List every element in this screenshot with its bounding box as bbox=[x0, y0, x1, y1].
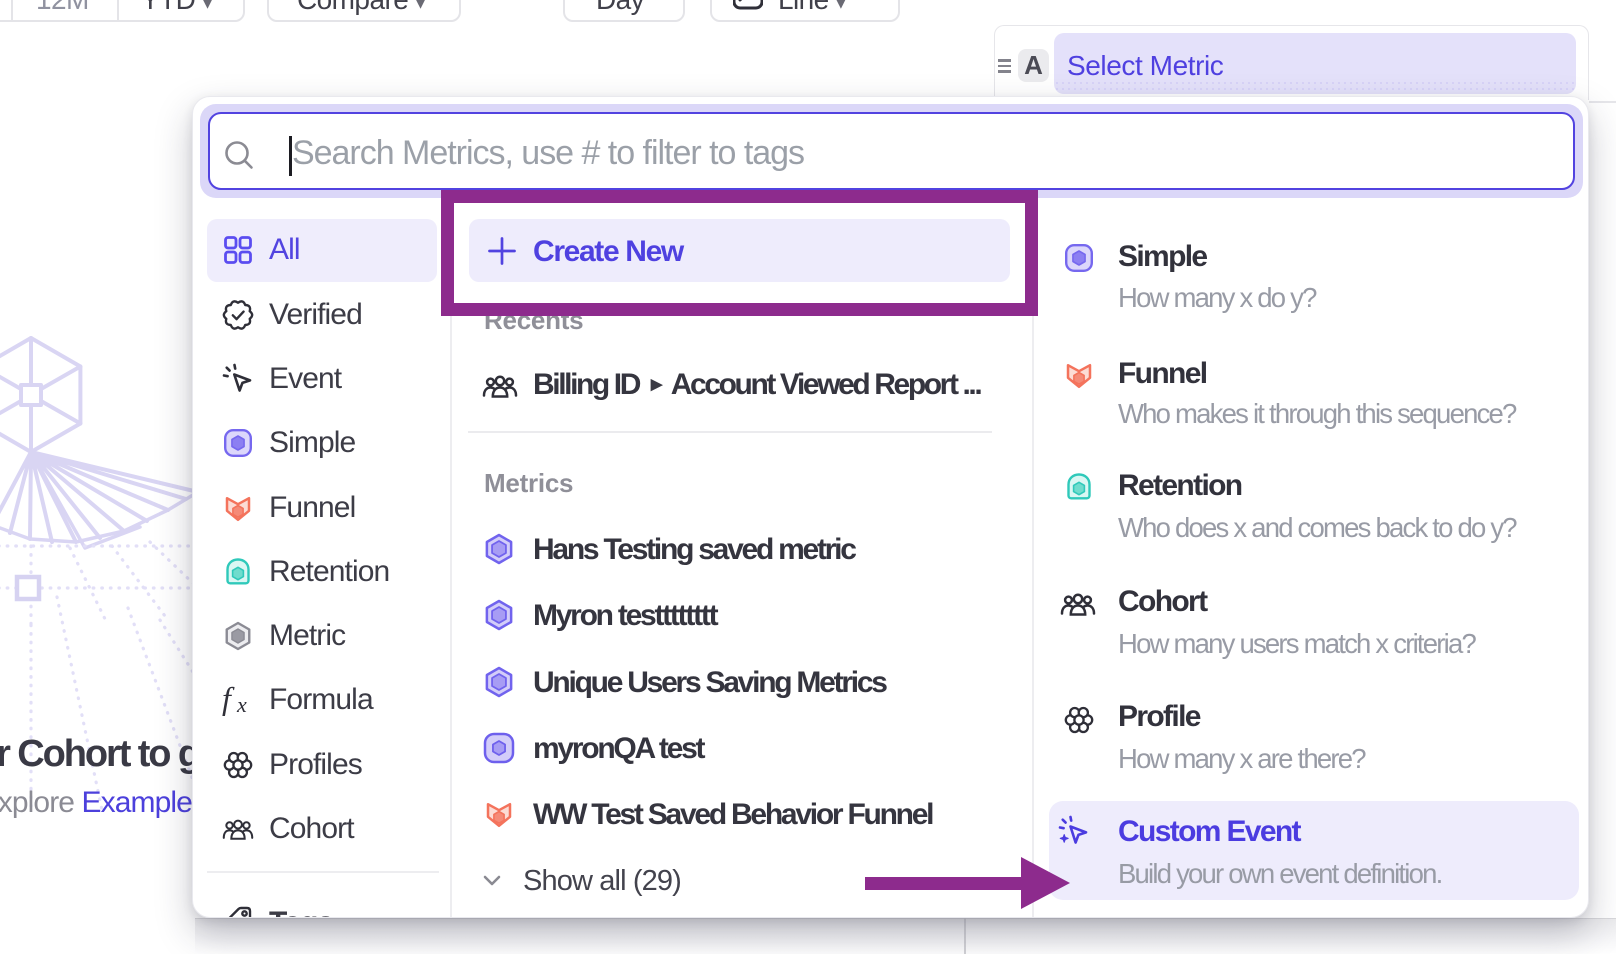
svg-text:x: x bbox=[236, 692, 247, 716]
svg-text:f: f bbox=[222, 684, 235, 716]
